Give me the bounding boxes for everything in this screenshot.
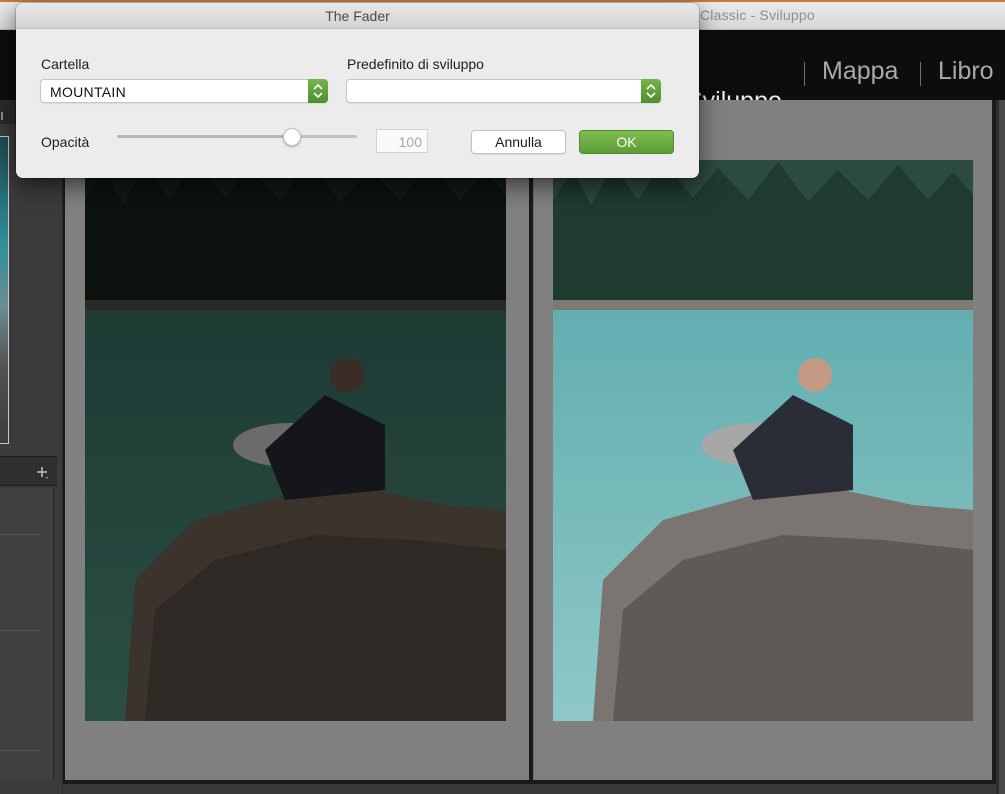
opacity-slider-thumb[interactable] (283, 128, 302, 146)
after-pane (533, 100, 992, 780)
folder-select[interactable]: MOUNTAIN (40, 79, 328, 103)
preset-label: Predefinito di sviluppo (347, 56, 484, 72)
fader-dialog: The Fader Cartella MOUNTAIN Predefinito … (16, 3, 699, 178)
preset-select[interactable] (346, 79, 661, 103)
dialog-title: The Fader (325, 8, 390, 24)
folder-select-value: MOUNTAIN (50, 84, 127, 100)
before-pane (65, 100, 529, 780)
plus-icon[interactable] (34, 464, 50, 480)
filmstrip-edge (63, 784, 996, 794)
before-photo[interactable] (85, 160, 506, 721)
opacity-input-value: 100 (398, 134, 422, 150)
up-down-stepper-icon[interactable] (641, 79, 661, 103)
top-accent-strip (0, 0, 1005, 2)
lightroom-window: Classic - Sviluppo Sviluppo Mappa Libro (0, 0, 1005, 794)
up-down-stepper-icon[interactable] (308, 79, 328, 103)
module-separator (920, 62, 921, 86)
collections-list (0, 488, 54, 780)
dialog-titlebar[interactable]: The Fader (16, 3, 699, 29)
module-book[interactable]: Libro (938, 57, 994, 86)
navigator-thumbnail[interactable] (0, 136, 9, 444)
folder-label: Cartella (41, 56, 90, 72)
after-photo[interactable] (553, 160, 973, 721)
opacity-slider-fill (117, 135, 293, 138)
opacity-input[interactable]: 100 (376, 129, 428, 153)
opacity-label: Opacità (41, 134, 90, 150)
compare-view (63, 100, 996, 784)
ok-button[interactable]: OK (579, 130, 674, 154)
module-map[interactable]: Mappa (822, 57, 898, 86)
cancel-button[interactable]: Annulla (471, 130, 566, 154)
right-panel-edge (996, 100, 1005, 794)
window-title: Classic - Sviluppo (700, 7, 815, 23)
module-separator (804, 62, 805, 86)
